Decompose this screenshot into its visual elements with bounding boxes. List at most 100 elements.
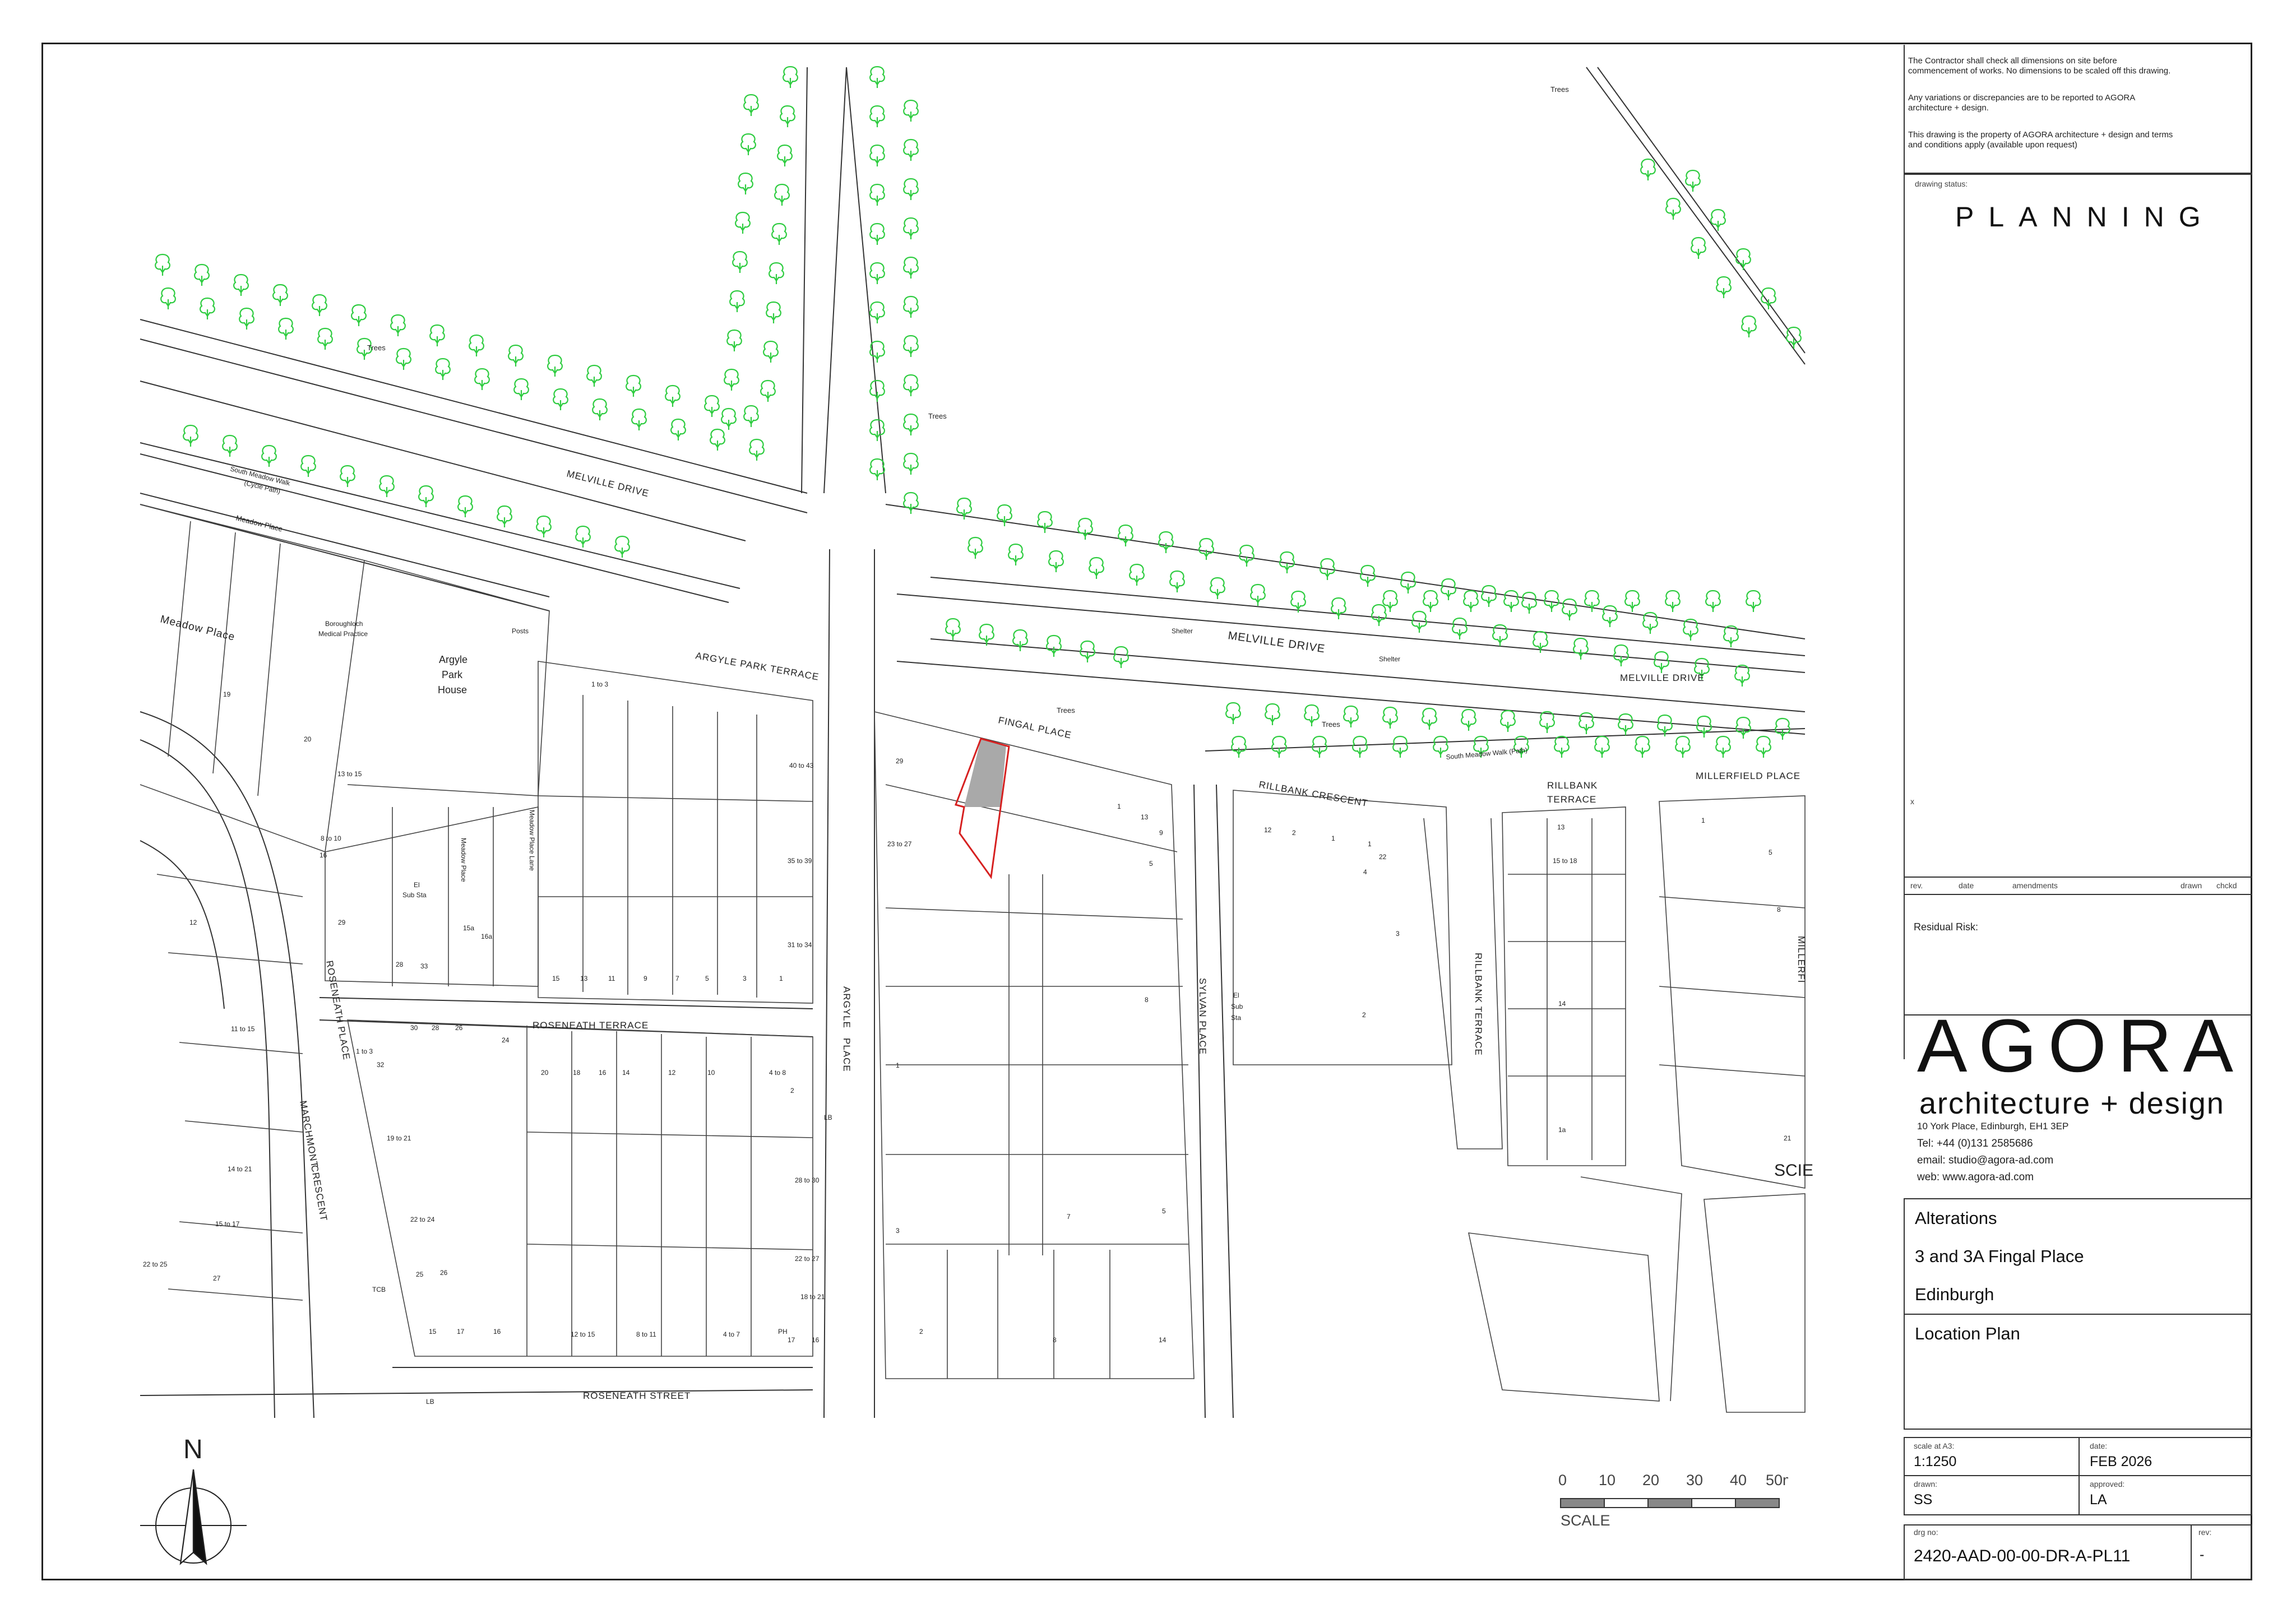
tree-symbols xyxy=(155,66,1802,758)
house-number: 17 xyxy=(457,1328,465,1336)
house-number: 20 xyxy=(541,1069,549,1077)
tree-icon xyxy=(390,314,406,336)
house-number: 1 xyxy=(1368,840,1372,848)
amend-chckd: chckd xyxy=(2216,881,2237,890)
tree-icon xyxy=(945,618,961,640)
label-argyle-place-2: PLACE xyxy=(841,1038,852,1072)
house-number: 18 to 21 xyxy=(800,1293,825,1301)
tree-icon xyxy=(239,307,254,330)
tree-icon xyxy=(278,317,294,340)
house-number: 16 xyxy=(812,1336,820,1344)
house-number: 13 xyxy=(1141,813,1149,821)
house-number: 7 xyxy=(675,975,679,982)
house-number: 15 to 17 xyxy=(215,1220,240,1228)
approved-value: LA xyxy=(2090,1492,2107,1508)
scale-tick-30: 30 xyxy=(1686,1472,1703,1488)
tree-icon xyxy=(1618,713,1633,735)
brand-tel: Tel: +44 (0)131 2585686 xyxy=(1917,1138,2033,1149)
tree-icon xyxy=(763,340,779,363)
house-number: 4 to 7 xyxy=(723,1330,740,1338)
tree-icon xyxy=(396,347,411,370)
note-1: The Contractor shall check all dimension… xyxy=(1908,56,2117,66)
tree-icon xyxy=(1562,598,1577,620)
tree-icon xyxy=(1008,543,1024,565)
tree-icon xyxy=(631,408,647,430)
tree-icon xyxy=(418,485,434,507)
house-number: 8 xyxy=(1053,1336,1057,1344)
drg-value: 2420-AAD-00-00-DR-A-PL11 xyxy=(1914,1547,2131,1565)
drawn-value: SS xyxy=(1914,1492,1933,1508)
tree-icon xyxy=(743,94,759,116)
tree-icon xyxy=(903,217,919,239)
house-number: 12 xyxy=(189,919,197,926)
label-meadow-place-lane: Meadow Place Lane xyxy=(528,810,536,871)
tree-icon xyxy=(469,334,484,356)
label-melville-drive-1: MELVILLE DRIVE xyxy=(566,468,650,499)
tree-icon xyxy=(222,434,238,457)
house-number: 19 xyxy=(223,690,231,698)
house-number: 1 xyxy=(779,975,783,982)
scale-tick-10: 10 xyxy=(1599,1472,1615,1488)
label-medical-2: Medical Practice xyxy=(318,630,368,638)
house-number: 4 xyxy=(1363,868,1367,876)
tree-icon xyxy=(1352,735,1368,758)
label-sylvan-place: SYLVAN PLACE xyxy=(1197,978,1208,1055)
tree-icon xyxy=(1654,651,1669,673)
house-number: 33 xyxy=(420,962,428,970)
scale-tick-20: 20 xyxy=(1642,1472,1659,1488)
tree-icon xyxy=(474,368,490,390)
tree-icon xyxy=(869,222,885,245)
tree-icon xyxy=(1461,708,1476,731)
tree-icon xyxy=(1741,315,1757,337)
tree-icon xyxy=(1304,704,1320,726)
label-trees-1: Trees xyxy=(1550,85,1569,94)
tree-icon xyxy=(1046,634,1062,657)
tree-icon xyxy=(704,395,720,417)
tree-icon xyxy=(1210,577,1225,599)
note-6: and conditions apply (available upon req… xyxy=(1908,140,2077,150)
house-number: 14 to 21 xyxy=(228,1165,252,1173)
house-number: 28 xyxy=(432,1024,439,1032)
amend-mark: x xyxy=(1910,797,1914,806)
drawn-label: drawn: xyxy=(1914,1480,1938,1488)
house-number: 29 xyxy=(896,757,904,765)
tree-icon xyxy=(771,222,787,245)
tree-icon xyxy=(979,623,994,646)
scale-bar: 0 10 20 30 40 50m SCALE xyxy=(1553,1469,1795,1534)
label-park: Park xyxy=(442,669,463,680)
tree-icon xyxy=(1463,590,1479,612)
brand-logo: AGORA xyxy=(1917,1004,2244,1088)
house-number: 8 to 11 xyxy=(636,1330,656,1338)
tree-icon xyxy=(312,294,327,316)
north-label: N xyxy=(183,1435,203,1464)
house-number: 3 xyxy=(896,1227,900,1235)
tree-icon xyxy=(869,262,885,284)
approved-label: approved: xyxy=(2090,1480,2125,1488)
brand-web: web: www.agora-ad.com xyxy=(1917,1171,2034,1183)
tree-icon xyxy=(903,178,919,200)
house-number: 24 xyxy=(502,1036,510,1044)
scale-tick-40: 40 xyxy=(1730,1472,1747,1488)
note-2: commencement of works. No dimensions to … xyxy=(1908,66,2171,76)
tree-icon xyxy=(1089,557,1104,579)
tree-icon xyxy=(665,384,681,407)
house-number: 40 to 43 xyxy=(789,762,814,769)
tree-icon xyxy=(626,374,641,397)
house-number: 10 xyxy=(707,1069,715,1077)
amend-date: date xyxy=(1959,881,1974,890)
tree-icon xyxy=(1715,735,1731,758)
label-scie: SCIE xyxy=(1774,1161,1813,1180)
tree-icon xyxy=(1452,617,1468,639)
tree-icon xyxy=(457,495,473,517)
tree-icon xyxy=(1118,524,1133,546)
tree-icon xyxy=(903,295,919,318)
house-number: 16 xyxy=(599,1069,607,1077)
label-sub-2: Sub xyxy=(1231,1003,1243,1010)
brand-email: email: studio@agora-ad.com xyxy=(1917,1154,2054,1166)
house-number: 12 xyxy=(1264,826,1272,834)
meta-hdivider xyxy=(1904,1475,2252,1476)
tree-icon xyxy=(1521,591,1537,614)
tree-icon xyxy=(738,172,753,194)
tree-icon xyxy=(1037,511,1053,533)
label-trees-3: Trees xyxy=(928,412,947,420)
